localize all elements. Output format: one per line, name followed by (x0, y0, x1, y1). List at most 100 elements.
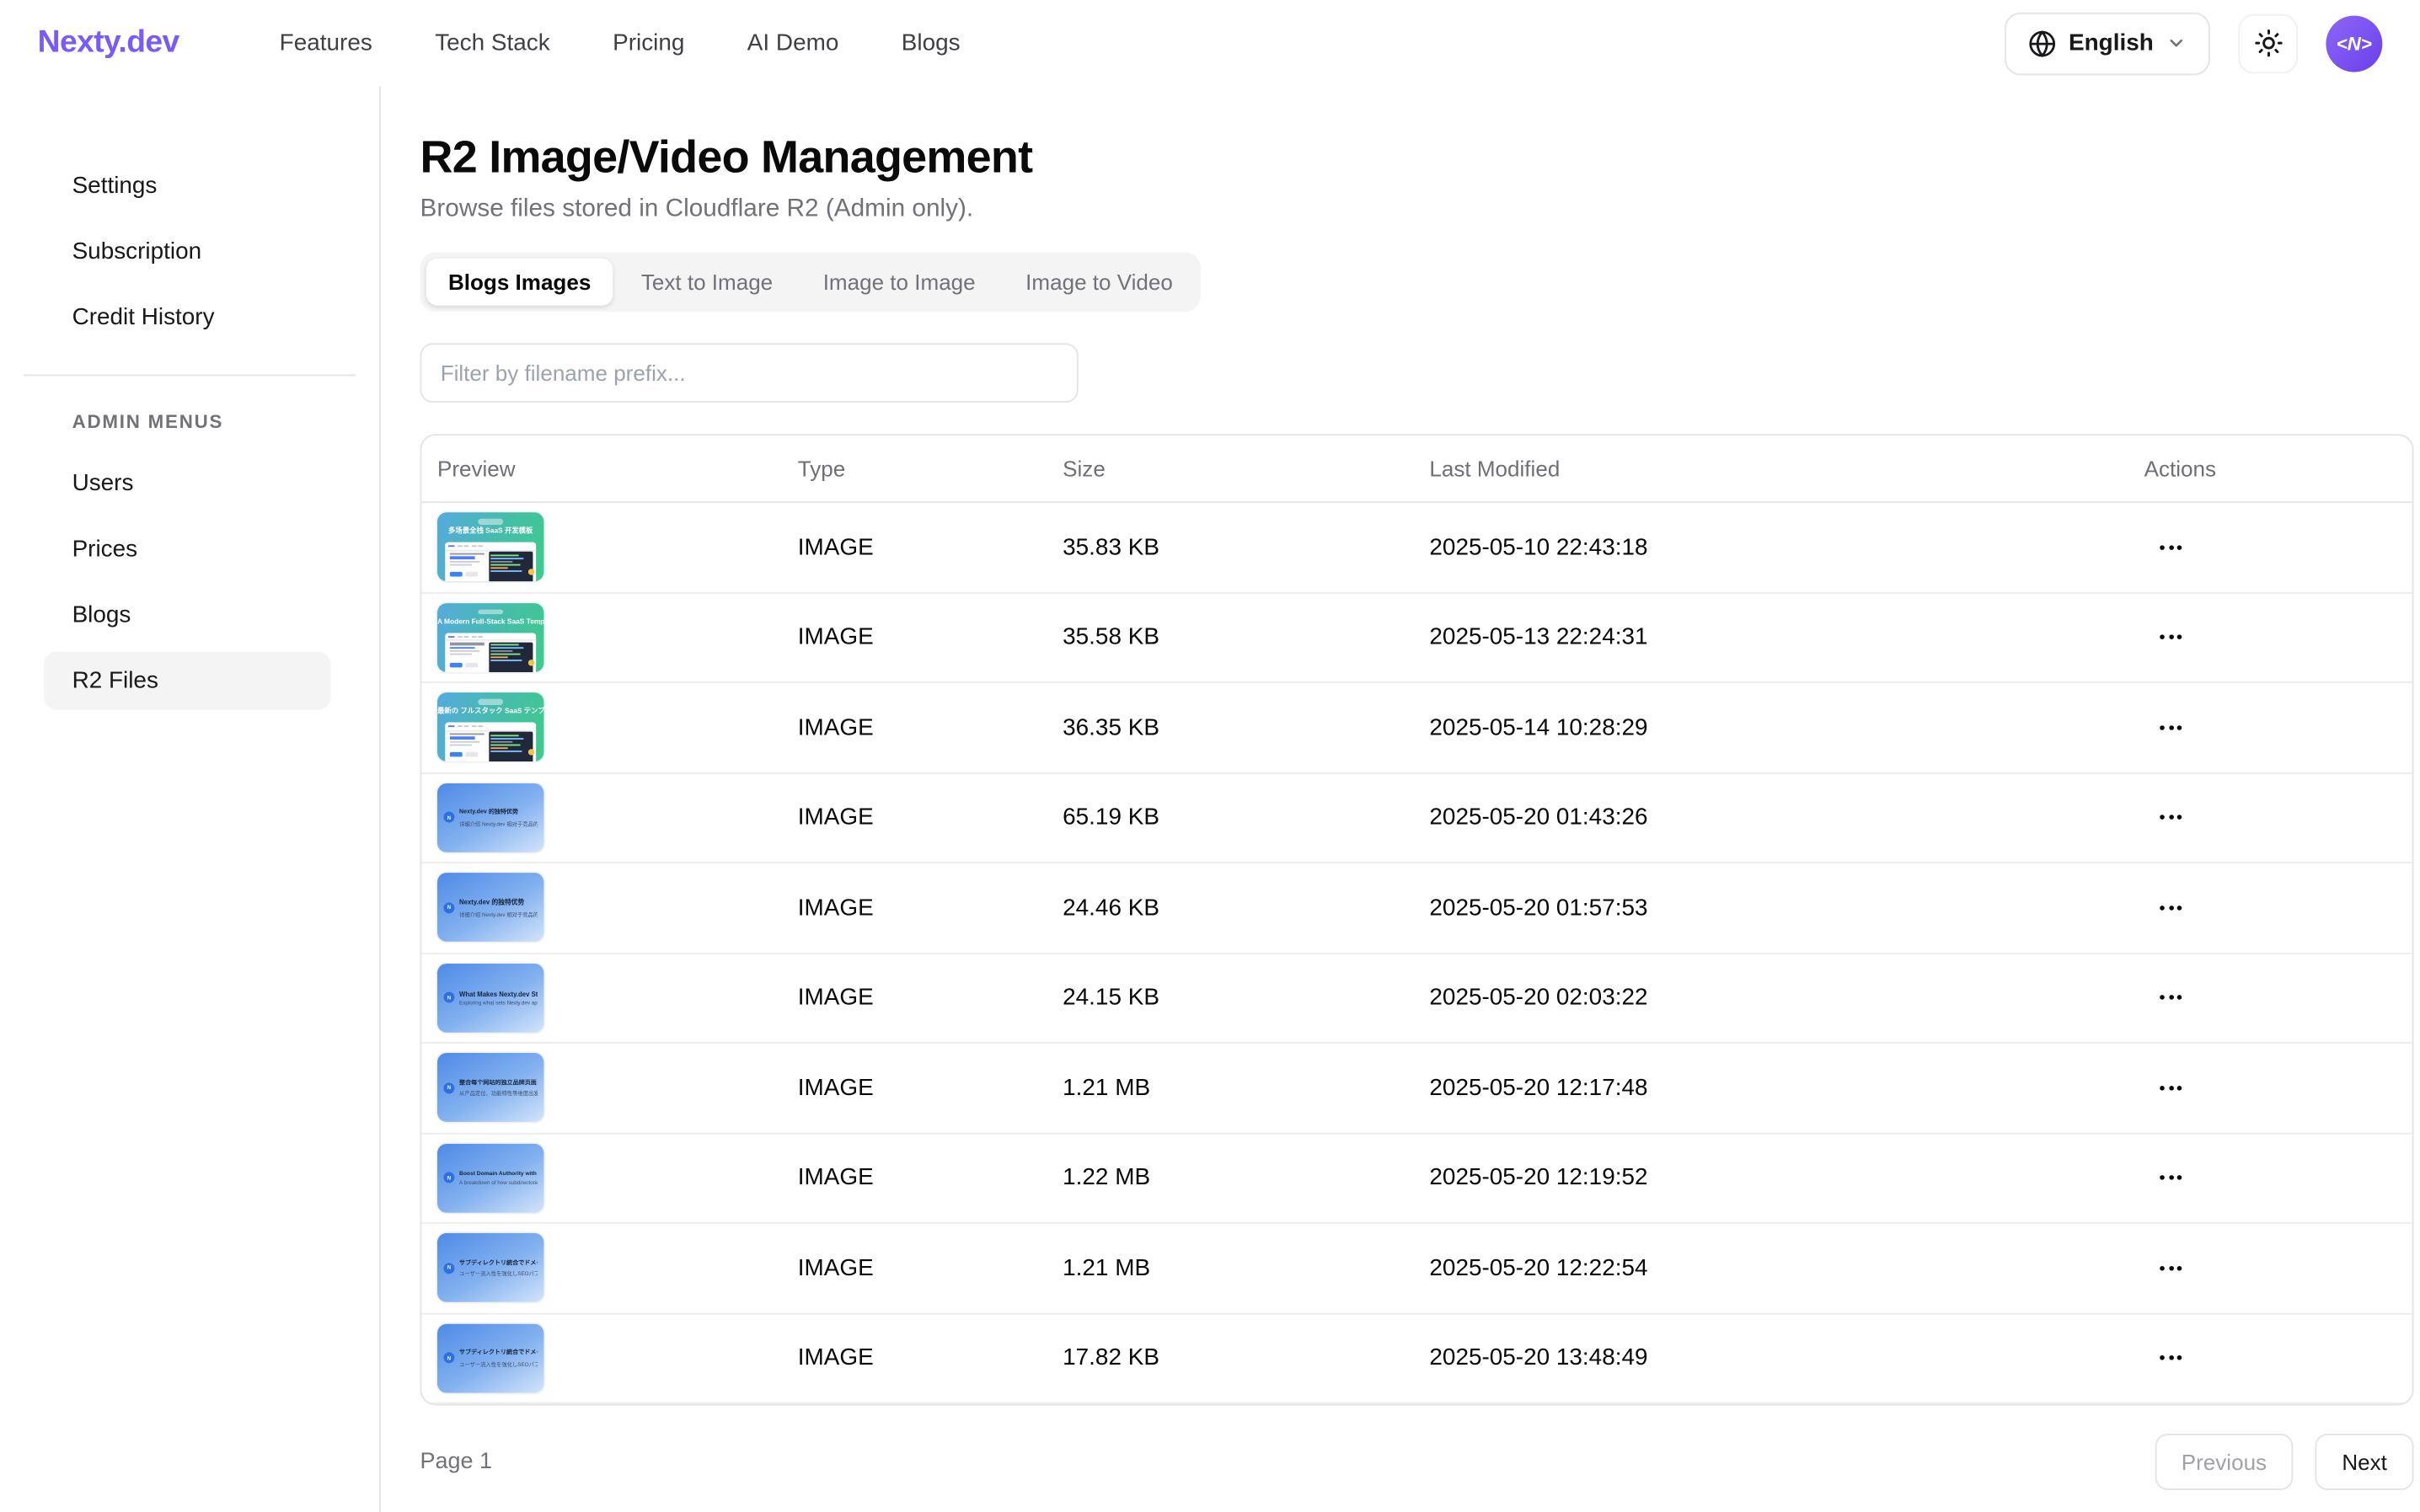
file-type: IMAGE (798, 1344, 1063, 1371)
brand-logo[interactable]: Nexty.dev (38, 25, 179, 61)
language-label: English (2069, 29, 2154, 56)
file-type: IMAGE (798, 714, 1063, 741)
column-header-preview: Preview (437, 456, 798, 481)
row-actions-button[interactable] (2154, 1166, 2188, 1189)
table-row: N Nexty.dev 的独特优势 详细介绍 Nexty.dev 相对于竞品的独… (421, 773, 2412, 863)
row-actions-button[interactable] (2154, 1346, 2188, 1370)
sidebar-item-subscription[interactable]: Subscription (44, 222, 330, 280)
file-size: 24.15 KB (1063, 985, 1429, 1012)
table-row: N サブディレクトリ統合でドメイン権威性を向上 ユーザー流入性を強化しSEOパフ… (421, 1314, 2412, 1404)
sidebar-item-prices[interactable]: Prices (44, 521, 330, 579)
row-actions-button[interactable] (2154, 536, 2188, 559)
file-modified: 2025-05-10 22:43:18 (1429, 534, 2144, 561)
previous-page-button[interactable]: Previous (2155, 1434, 2294, 1490)
tab-text-to-image[interactable]: Text to Image (619, 259, 795, 306)
nav-item-ai-demo[interactable]: AI Demo (747, 29, 839, 56)
sidebar-item-blogs[interactable]: Blogs (44, 586, 330, 644)
column-header-actions: Actions (2144, 456, 2396, 481)
tab-bar: Blogs Images Text to Image Image to Imag… (420, 252, 1202, 312)
file-thumbnail[interactable]: N サブディレクトリ統合でドメイン権威性を向上 ユーザー流入性を強化しSEOパフ… (437, 1323, 543, 1392)
next-page-button[interactable]: Next (2316, 1434, 2414, 1490)
column-header-last-modified: Last Modified (1429, 456, 2144, 481)
row-actions-button[interactable] (2154, 806, 2188, 830)
sidebar-item-settings[interactable]: Settings (44, 157, 330, 215)
page-title: R2 Image/Video Management (420, 133, 2420, 184)
table-row: N サブディレクトリ統合でドメイン権威性を向上 ユーザー流入性を強化しSEOパフ… (421, 1224, 2412, 1314)
file-size: 35.83 KB (1063, 534, 1429, 561)
sidebar-item-users[interactable]: Users (44, 454, 330, 512)
table-row: 多场景全栈 SaaS 开发模板 IMAGE 35.83 KB 2025-05-1… (421, 503, 2412, 593)
file-size: 1.22 MB (1063, 1165, 1429, 1192)
table-row: 最新の フルスタック SaaS テンプレート IMAGE 36.35 KB 20… (421, 683, 2412, 773)
file-size: 35.58 KB (1063, 624, 1429, 651)
file-thumbnail[interactable]: 最新の フルスタック SaaS テンプレート (437, 693, 543, 762)
table-row: N What Makes Nexty.dev Stand Out Explori… (421, 954, 2412, 1044)
row-actions-button[interactable] (2154, 716, 2188, 740)
app-root: Nexty.dev Features Tech Stack Pricing AI… (0, 0, 2420, 1512)
file-type: IMAGE (798, 624, 1063, 651)
file-modified: 2025-05-20 01:43:26 (1429, 804, 2144, 831)
nav-item-blogs[interactable]: Blogs (902, 29, 961, 56)
file-thumbnail[interactable]: 多场景全栈 SaaS 开发模板 (437, 513, 543, 582)
file-type: IMAGE (798, 1165, 1063, 1192)
theme-toggle-button[interactable] (2238, 13, 2298, 73)
file-modified: 2025-05-20 13:48:49 (1429, 1344, 2144, 1371)
file-modified: 2025-05-20 01:57:53 (1429, 895, 2144, 922)
tab-blogs-images[interactable]: Blogs Images (426, 259, 613, 306)
file-modified: 2025-05-13 22:24:31 (1429, 624, 2144, 651)
sidebar-section-label: ADMIN MENUS (72, 410, 356, 432)
main-content: R2 Image/Video Management Browse files s… (381, 86, 2420, 1512)
sidebar-item-credit-history[interactable]: Credit History (44, 288, 330, 346)
table-row: N Nexty.dev 的独特优势 详细介绍 Nexty.dev 相对于竞品的独… (421, 863, 2412, 954)
sidebar-divider (24, 375, 356, 377)
file-thumbnail[interactable]: N Nexty.dev 的独特优势 详细介绍 Nexty.dev 相对于竞品的独… (437, 874, 543, 943)
page-indicator: Page 1 (420, 1450, 493, 1475)
file-thumbnail[interactable]: N Boost Domain Authority with Subdirecto… (437, 1143, 543, 1212)
tab-image-to-image[interactable]: Image to Image (801, 259, 998, 306)
user-avatar[interactable]: <N> (2326, 15, 2382, 72)
files-table: Preview Type Size Last Modified Actions … (420, 434, 2414, 1405)
column-header-size: Size (1063, 456, 1429, 481)
nav-item-tech-stack[interactable]: Tech Stack (435, 29, 549, 56)
top-actions: English <N> (2005, 12, 2383, 74)
table-header: Preview Type Size Last Modified Actions (421, 435, 2412, 503)
file-size: 17.82 KB (1063, 1344, 1429, 1371)
sidebar-item-r2-files[interactable]: R2 Files (44, 652, 330, 710)
row-actions-button[interactable] (2154, 986, 2188, 1009)
row-actions-button[interactable] (2154, 1256, 2188, 1280)
table-row-partial (421, 1404, 2412, 1406)
top-nav: Features Tech Stack Pricing AI Demo Blog… (280, 29, 961, 56)
file-type: IMAGE (798, 1075, 1063, 1102)
globe-icon (2028, 29, 2056, 56)
file-modified: 2025-05-20 12:17:48 (1429, 1075, 2144, 1102)
language-selector-button[interactable]: English (2005, 12, 2210, 74)
filename-filter-input[interactable] (420, 343, 1079, 403)
table-row: N 整合每个网站的独立品牌页面，以提升申请转化率 从产品定位、功能特性等维度出发… (421, 1044, 2412, 1134)
file-modified: 2025-05-20 12:19:52 (1429, 1165, 2144, 1192)
file-size: 36.35 KB (1063, 714, 1429, 741)
row-actions-button[interactable] (2154, 1076, 2188, 1099)
nav-item-pricing[interactable]: Pricing (613, 29, 684, 56)
row-actions-button[interactable] (2154, 626, 2188, 649)
file-type: IMAGE (798, 985, 1063, 1012)
file-size: 65.19 KB (1063, 804, 1429, 831)
file-size: 1.21 MB (1063, 1254, 1429, 1281)
pagination-bar: Page 1 Previous Next (420, 1434, 2414, 1490)
table-row: N Boost Domain Authority with Subdirecto… (421, 1134, 2412, 1224)
file-thumbnail[interactable]: N What Makes Nexty.dev Stand Out Explori… (437, 963, 543, 1032)
file-type: IMAGE (798, 804, 1063, 831)
chevron-down-icon (2166, 33, 2187, 53)
nav-item-features[interactable]: Features (280, 29, 372, 56)
top-bar: Nexty.dev Features Tech Stack Pricing AI… (0, 0, 2420, 86)
row-actions-button[interactable] (2154, 896, 2188, 920)
file-type: IMAGE (798, 895, 1063, 922)
file-type: IMAGE (798, 1254, 1063, 1281)
sun-icon (2253, 28, 2283, 57)
file-thumbnail[interactable]: N Nexty.dev 的独特优势 详细介绍 Nexty.dev 相对于竞品的独… (437, 783, 543, 852)
file-thumbnail[interactable]: N 整合每个网站的独立品牌页面，以提升申请转化率 从产品定位、功能特性等维度出发… (437, 1053, 543, 1122)
file-modified: 2025-05-14 10:28:29 (1429, 714, 2144, 741)
tab-image-to-video[interactable]: Image to Video (1004, 259, 1195, 306)
file-thumbnail[interactable]: N サブディレクトリ統合でドメイン権威性を向上 ユーザー流入性を強化しSEOパフ… (437, 1233, 543, 1302)
file-thumbnail[interactable]: A Modern Full-Stack SaaS Template (437, 603, 543, 672)
file-type: IMAGE (798, 534, 1063, 561)
